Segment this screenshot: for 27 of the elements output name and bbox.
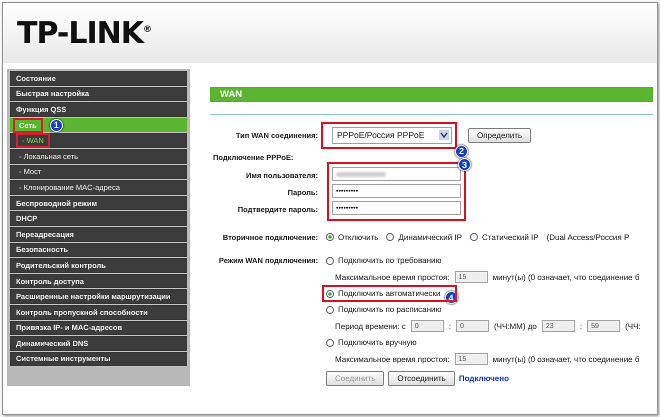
dropdown-arrow-icon: [439, 130, 449, 140]
detect-button[interactable]: Определить: [468, 128, 532, 142]
section-title-bar: WAN: [210, 87, 653, 102]
radio-option[interactable]: Подключить по расписанию: [326, 305, 442, 314]
radio-option[interactable]: Динамический IP: [386, 232, 462, 242]
step-badge: 2: [455, 144, 468, 158]
connection-type-dropdown[interactable]: PPPoE/Россия PPPoE: [332, 126, 452, 144]
logo: TP-LINK$^{®}$: [17, 16, 152, 50]
time-separator: :: [448, 322, 451, 330]
radio-option[interactable]: Статический IP: [470, 232, 539, 242]
time-unit-label: (ЧЧ:: [625, 322, 641, 330]
step-badge: 1: [50, 118, 63, 132]
field-label: Период времени: с: [335, 322, 406, 330]
radio-option[interactable]: Подключить вручную: [326, 338, 417, 347]
field-label: Максимальное время простоя:: [335, 354, 450, 364]
field-note: минут(ы) (0 означает, что соединение б: [492, 272, 640, 282]
username-field[interactable]: [332, 167, 461, 181]
radio-option[interactable]: Подключить по требованию: [326, 256, 442, 265]
radio-option[interactable]: Отключить: [326, 232, 378, 242]
field-note: минут(ы) (0 означает, что соединение б: [492, 354, 640, 364]
time-separator: :: [580, 322, 582, 330]
step-badge: 3: [458, 158, 471, 171]
option-note: (Dual Access/Россия P: [546, 232, 630, 242]
field-label: Максимальное время простоя:: [335, 272, 450, 282]
time-unit-label: (ЧЧ:ММ) до: [494, 322, 537, 330]
action-button[interactable]: Отсоединить: [388, 371, 455, 386]
connection-status: Подключено: [458, 374, 509, 383]
